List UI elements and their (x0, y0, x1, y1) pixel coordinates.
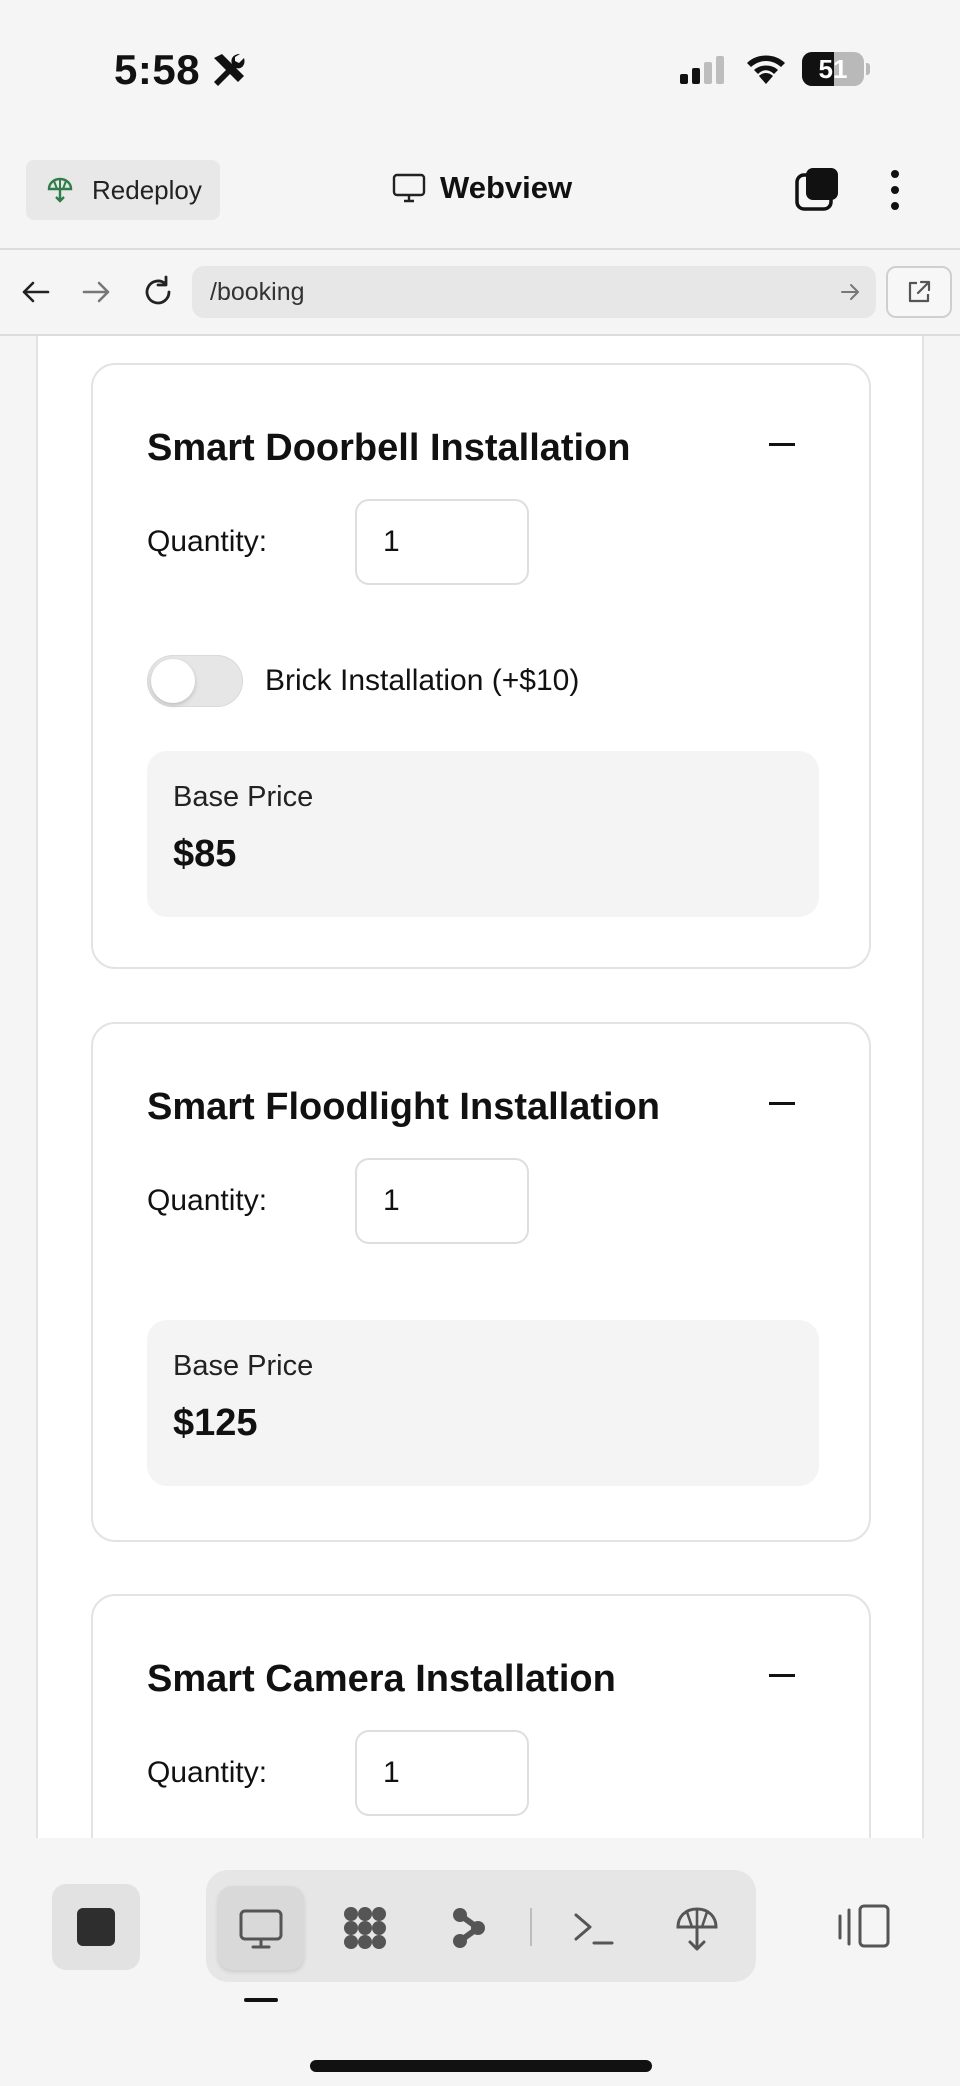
app-header: Redeploy Webview (0, 130, 960, 248)
tabs-icon[interactable] (794, 166, 840, 212)
collapse-icon[interactable] (769, 1674, 795, 1678)
dots-grid-icon (344, 1907, 386, 1949)
tools-icon (214, 54, 245, 86)
external-link-icon (908, 280, 931, 303)
active-tool-indicator (244, 1998, 278, 2002)
booking-page: Smart Doorbell Installation Quantity: 1 … (36, 336, 924, 1838)
webview-title-text: Webview (440, 170, 573, 205)
webview-tool-button[interactable] (218, 1886, 304, 1970)
url-text: /booking (210, 277, 305, 306)
service-title: Smart Floodlight Installation (147, 1086, 660, 1128)
status-time: 5:58 (114, 46, 201, 93)
service-card-camera: Smart Camera Installation Quantity: 1 (91, 1594, 871, 1838)
tool-group (206, 1870, 756, 1982)
quantity-label: Quantity: (147, 525, 268, 558)
toggle-knob (151, 659, 195, 703)
webview-title: Webview (392, 170, 572, 206)
home-indicator (310, 2060, 652, 2072)
git-tool-button[interactable] (424, 1886, 510, 1970)
deploy-tool-button[interactable] (654, 1886, 740, 1970)
stop-icon (77, 1908, 115, 1946)
service-title: Smart Doorbell Installation (147, 427, 631, 469)
service-title: Smart Camera Installation (147, 1658, 616, 1700)
split-view-icon[interactable] (836, 1902, 892, 1950)
price-box: Base Price $85 (147, 751, 819, 917)
monitor-icon (392, 173, 426, 203)
go-arrow-icon[interactable] (838, 280, 862, 304)
toolbar-divider (530, 1908, 532, 1946)
battery-level: 51 (818, 54, 848, 84)
quantity-label: Quantity: (147, 1756, 268, 1789)
collapse-icon[interactable] (769, 1102, 795, 1106)
brick-installation-toggle[interactable] (147, 655, 243, 707)
url-input[interactable]: /booking (192, 266, 876, 318)
brick-installation-option: Brick Installation (+$10) (147, 655, 579, 707)
base-price-value: $85 (173, 833, 237, 875)
quantity-input[interactable]: 1 (355, 499, 529, 585)
deploy-icon (676, 1907, 718, 1951)
branch-icon (453, 1908, 485, 1948)
terminal-icon (574, 1913, 614, 1945)
service-card-doorbell: Smart Doorbell Installation Quantity: 1 … (91, 363, 871, 969)
webview-content: Smart Doorbell Installation Quantity: 1 … (0, 336, 960, 1838)
base-price-label: Base Price (173, 1350, 314, 1382)
cellular-signal-icon (680, 56, 724, 84)
wifi-icon (747, 55, 785, 84)
base-price-value: $125 (173, 1402, 258, 1444)
redeploy-label: Redeploy (92, 174, 202, 205)
reload-icon[interactable] (140, 274, 176, 310)
price-box: Base Price $125 (147, 1320, 819, 1486)
url-bar: /booking (0, 248, 960, 336)
stop-button[interactable] (52, 1884, 140, 1970)
forward-arrow-icon[interactable] (78, 274, 114, 310)
quantity-input[interactable]: 1 (355, 1158, 529, 1244)
redeploy-button[interactable]: Redeploy (26, 160, 220, 220)
monitor-icon (239, 1909, 283, 1949)
bottom-toolbar (0, 1838, 960, 2086)
quantity-input[interactable]: 1 (355, 1730, 529, 1816)
service-card-floodlight: Smart Floodlight Installation Quantity: … (91, 1022, 871, 1542)
status-bar: 5:58 51 (0, 0, 960, 130)
battery-indicator: 51 (802, 52, 870, 86)
collapse-icon[interactable] (769, 443, 795, 447)
base-price-label: Base Price (173, 781, 314, 813)
back-arrow-icon[interactable] (18, 274, 54, 310)
brick-installation-label: Brick Installation (+$10) (265, 664, 580, 697)
more-options-icon[interactable] (884, 168, 906, 212)
redeploy-icon (47, 177, 73, 203)
shell-tool-button[interactable] (550, 1886, 636, 1970)
open-external-button[interactable] (886, 266, 952, 318)
packages-tool-button[interactable] (322, 1886, 408, 1970)
quantity-label: Quantity: (147, 1184, 268, 1217)
